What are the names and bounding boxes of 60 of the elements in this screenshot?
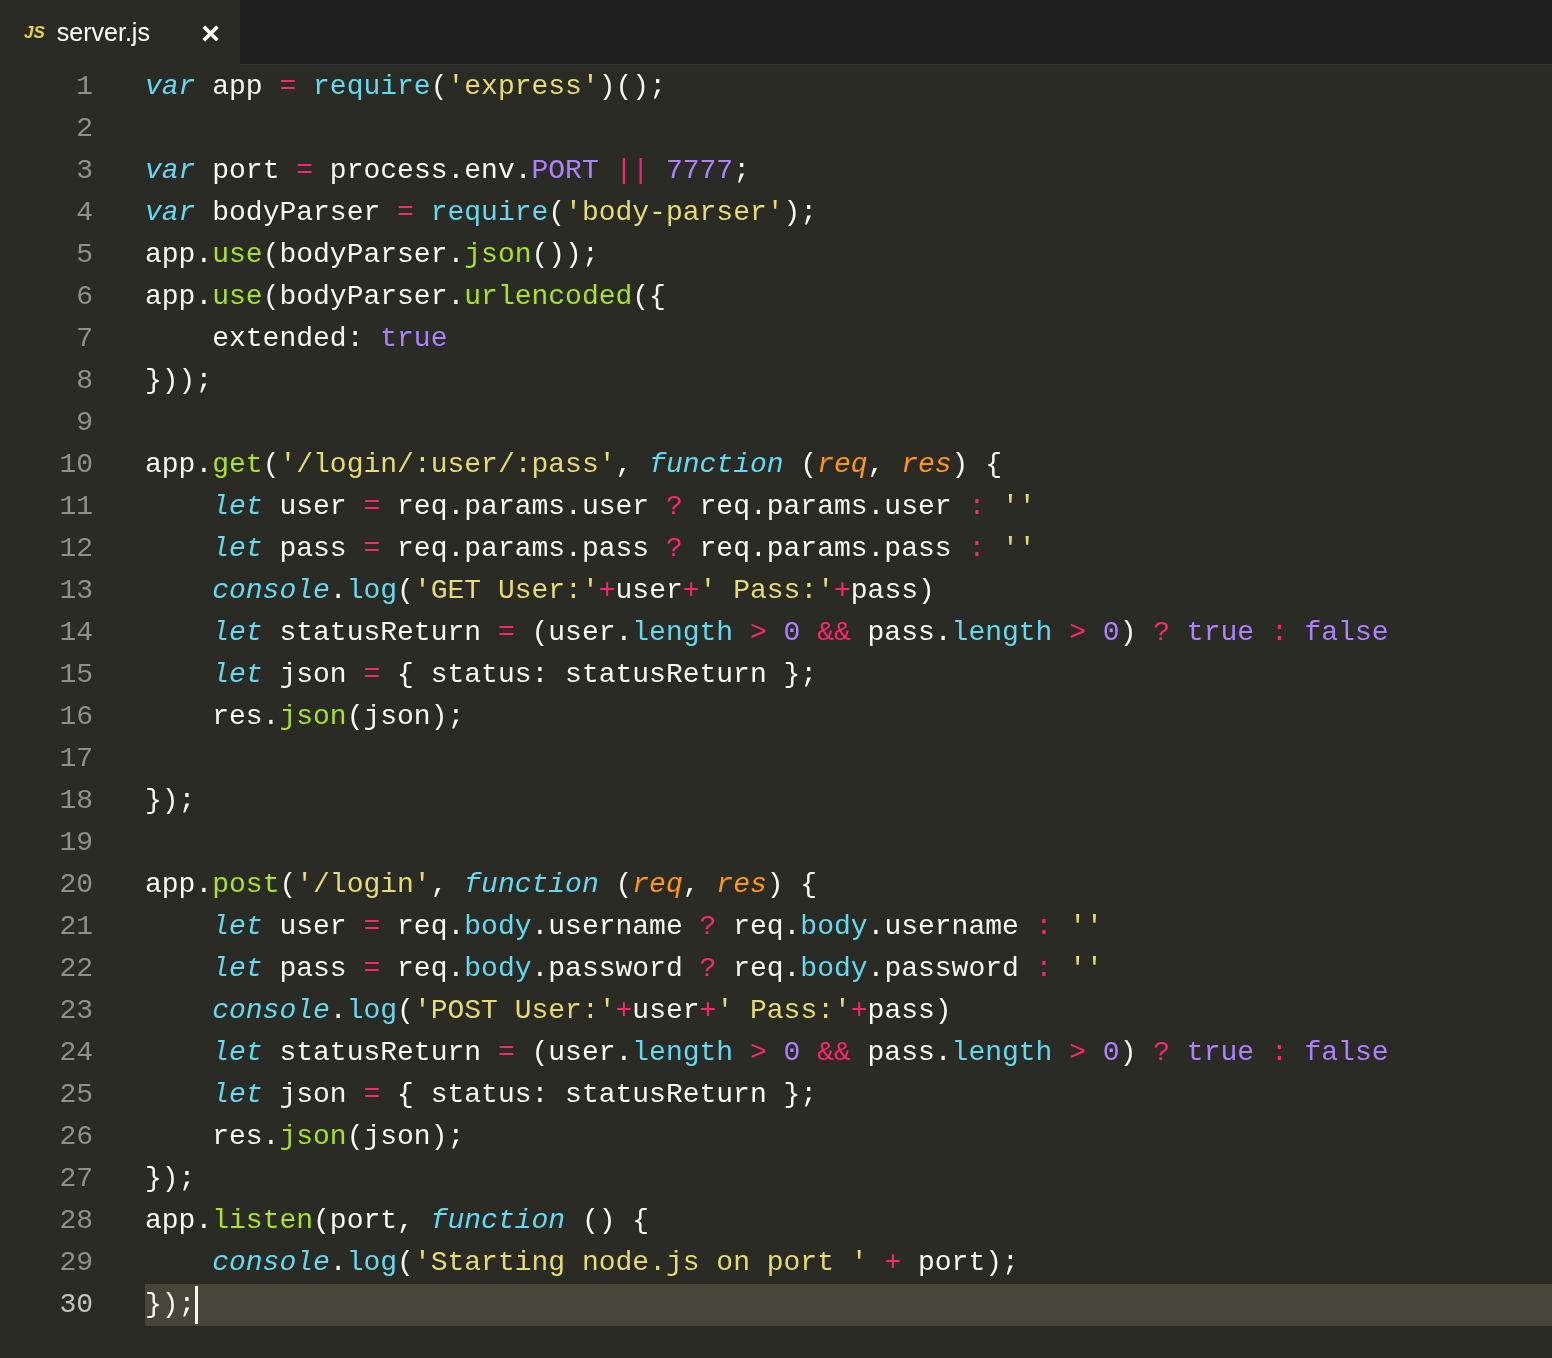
code-line: res.json(json);	[211, 700, 466, 734]
line-number: 25	[58, 1078, 93, 1112]
code-line: let statusReturn = (user.length > 0 && pass.length > 0) ? true : false	[211, 1036, 1390, 1070]
line-number: 5	[75, 238, 93, 272]
js-file-icon: JS	[24, 19, 45, 46]
line-number: 24	[58, 1036, 93, 1070]
line-number: 6	[75, 280, 93, 314]
line-number: 20	[58, 868, 93, 902]
code-line: let json = { status: statusReturn };	[211, 658, 819, 692]
line-number: 9	[75, 406, 93, 440]
code-line: var app = require('express')();	[145, 70, 667, 104]
line-number: 22	[58, 952, 93, 986]
line-number: 17	[58, 742, 93, 776]
line-number: 12	[58, 532, 93, 566]
code-line: res.json(json);	[211, 1120, 466, 1154]
code-line: app.listen(port, function () {	[145, 1204, 651, 1238]
code-line: var port = process.env.PORT || 7777;	[145, 154, 751, 188]
line-number: 27	[58, 1162, 93, 1196]
line-number: 13	[58, 574, 93, 608]
code-line: let user = req.params.user ? req.params.user : ''	[211, 490, 1037, 524]
code-line: console.log('POST User:'+user+' Pass:'+pass)	[211, 994, 953, 1028]
line-number: 21	[58, 910, 93, 944]
line-number: 7	[75, 322, 93, 356]
line-number: 29	[58, 1246, 93, 1280]
tab-title: server.js	[56, 16, 150, 48]
line-number: 8	[75, 364, 93, 398]
code-line: let pass = req.body.password ? req.body.password : ''	[211, 952, 1104, 986]
code-line: app.get('/login/:user/:pass', function (req, res) {	[145, 448, 1004, 482]
text-cursor	[195, 1286, 199, 1324]
code-line: }));	[145, 364, 214, 398]
code-line: console.log('GET User:'+user+' Pass:'+pass)	[211, 574, 936, 608]
code-line: });	[145, 1162, 197, 1196]
line-number: 11	[58, 490, 93, 524]
line-number: 30	[58, 1288, 93, 1322]
line-number: 14	[58, 616, 93, 650]
code-line: });	[145, 784, 197, 818]
close-icon[interactable]: ×	[201, 16, 220, 49]
code-line: app.use(bodyParser.urlencoded({	[145, 280, 667, 314]
line-number: 2	[75, 112, 93, 146]
code-line: console.log('Starting node.js on port ' + port);	[211, 1246, 1020, 1280]
code-line: var bodyParser = require('body-parser');	[145, 196, 819, 230]
code-line: extended: true	[211, 322, 449, 356]
code-line: app.use(bodyParser.json());	[145, 238, 600, 272]
code-line: let pass = req.params.pass ? req.params.pass : ''	[211, 532, 1037, 566]
line-number: 10	[58, 448, 93, 482]
line-number: 4	[75, 196, 93, 230]
line-number: 19	[58, 826, 93, 860]
code-line: app.post('/login', function (req, res) {	[145, 868, 819, 902]
line-number: 23	[58, 994, 93, 1028]
line-number: 28	[58, 1204, 93, 1238]
code-line: let user = req.body.username ? req.body.username : ''	[211, 910, 1104, 944]
line-number: 26	[58, 1120, 93, 1154]
line-number: 3	[75, 154, 93, 188]
line-number: 18	[58, 784, 93, 818]
line-number: 1	[75, 70, 93, 104]
line-number: 15	[58, 658, 93, 692]
code-line: let statusReturn = (user.length > 0 && pass.length > 0) ? true : false	[211, 616, 1390, 650]
line-number: 16	[58, 700, 93, 734]
code-line: let json = { status: statusReturn };	[211, 1078, 819, 1112]
editor-tab[interactable]: JS server.js ×	[0, 0, 240, 65]
